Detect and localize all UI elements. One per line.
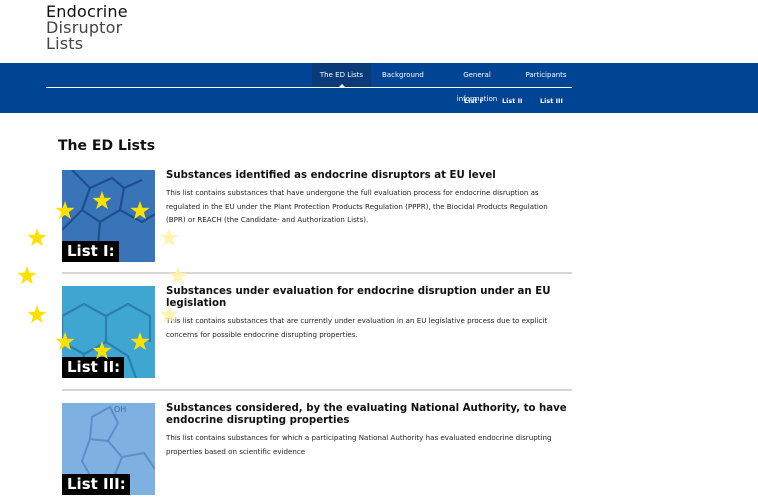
nav-item-ed-lists[interactable]: The ED Lists [312,63,371,88]
nav-divider [46,87,572,88]
logo-line-3: Lists [46,34,84,53]
eu-star-icon [27,228,47,247]
list-description: This list contains substances that have … [166,188,548,224]
section-divider [62,389,572,391]
eu-star-icon [27,305,47,324]
list-entry-2: List II: Substances under evaluation for… [62,286,572,378]
list-entry-3: OH List III: Substances considered, by t… [62,403,572,495]
page-title: The ED Lists [58,138,156,154]
site-logo[interactable]: Endocrine Disruptor Lists [46,4,128,52]
list-badge: List I: [62,241,119,262]
nav-item-label: Participants [525,71,567,79]
list-entry-1: List I: Substances identified as endocri… [62,170,572,262]
nav-item-label: The ED Lists [319,71,364,79]
svg-text:OH: OH [114,405,126,414]
list-badge: List III: [62,474,130,495]
list-1-thumbnail[interactable]: List I: [62,170,155,262]
subnav-item-list-3[interactable]: List III [540,93,563,109]
subnav-item-list-2[interactable]: List II [502,93,522,109]
list-badge: List II: [62,357,125,378]
main-nav-bar: The ED Lists Background General informat… [0,63,758,113]
nav-item-participants[interactable]: Participants [518,63,574,87]
list-2-thumbnail[interactable]: List II: [62,286,155,378]
main-nav: The ED Lists Background General informat… [0,63,758,103]
list-description: This list contains substances for which … [166,433,552,456]
list-3-thumbnail[interactable]: OH List III: [62,403,155,495]
list-description: This list contains substances that are c… [166,316,548,339]
list-title[interactable]: Substances identified as endocrine disru… [166,170,572,182]
eu-star-icon [17,266,37,285]
eu-star-icon [168,266,188,285]
list-title[interactable]: Substances considered, by the evaluating… [166,403,572,426]
list-title[interactable]: Substances under evaluation for endocrin… [166,286,572,309]
section-divider [62,272,572,274]
nav-item-label: Background [382,71,424,79]
nav-item-background[interactable]: Background [376,63,426,87]
subnav-item-list-1[interactable]: List I [464,93,482,109]
nav-item-general-information[interactable]: General information [436,63,518,103]
